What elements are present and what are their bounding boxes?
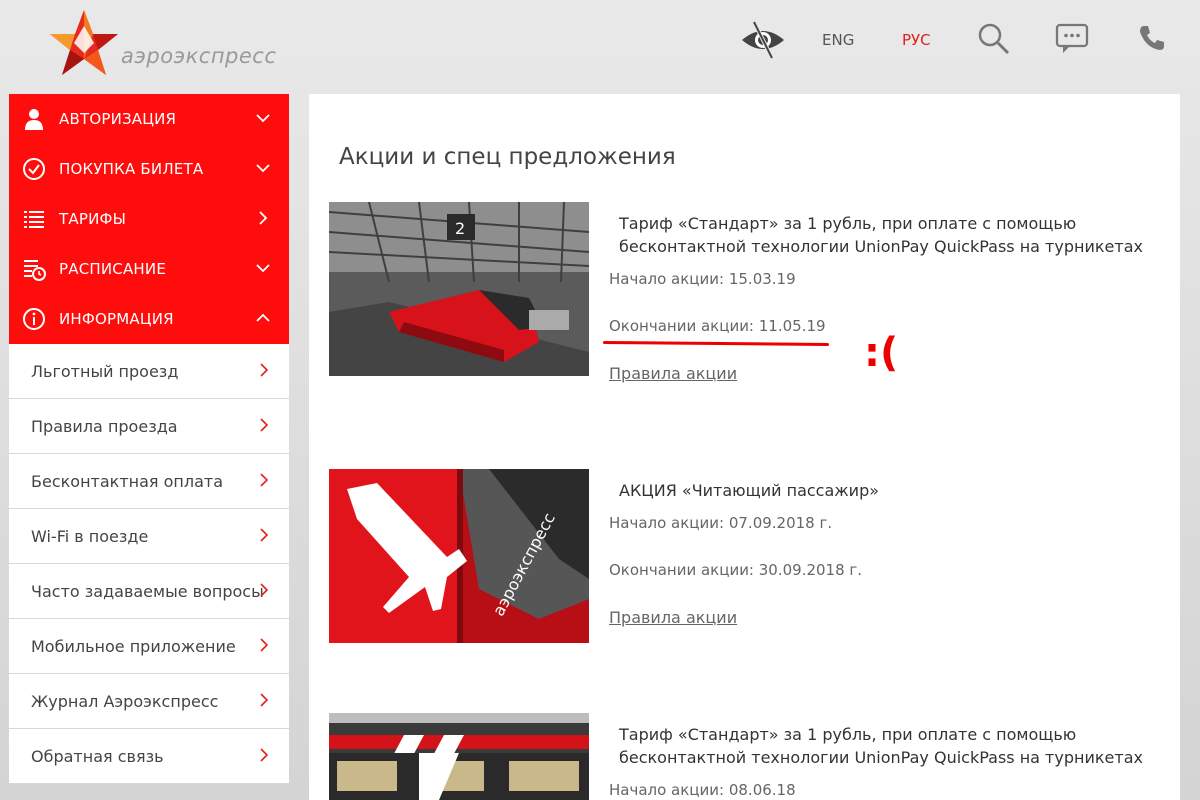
chevron-up-icon bbox=[256, 313, 270, 322]
submenu-item-travel-rules[interactable]: Правила проезда bbox=[9, 399, 289, 454]
promo-title[interactable]: Тариф «Стандарт» за 1 рубль, при оплате … bbox=[619, 723, 1159, 769]
chevron-right-icon bbox=[259, 211, 268, 225]
chevron-right-icon bbox=[260, 583, 269, 597]
chevron-down-icon bbox=[256, 164, 270, 173]
phone-icon[interactable] bbox=[1138, 24, 1166, 52]
sidebar-main-menu: АВТОРИЗАЦИЯ ПОКУПКА БИЛЕТА ТАРИФЫ РАСПИС… bbox=[9, 94, 289, 344]
promo-title[interactable]: АКЦИЯ «Читающий пассажир» bbox=[619, 479, 1159, 502]
submenu-item-contactless[interactable]: Бесконтактная оплата bbox=[9, 454, 289, 509]
submenu-item-label: Обратная связь bbox=[31, 747, 164, 766]
chevron-right-icon bbox=[260, 638, 269, 652]
station-train-image: 2 bbox=[329, 202, 589, 376]
lang-eng-link[interactable]: ENG bbox=[822, 31, 854, 49]
user-icon bbox=[25, 109, 43, 130]
sidebar-submenu: Льготный проезд Правила проезда Бесконта… bbox=[9, 344, 289, 784]
sidebar-item-label: РАСПИСАНИЕ bbox=[59, 260, 166, 278]
promo-card: 2 Тариф «Стандарт» за 1 рубль, при оплат… bbox=[329, 202, 1169, 383]
submenu-item-label: Льготный проезд bbox=[31, 362, 179, 381]
submenu-item-mobile-app[interactable]: Мобильное приложение bbox=[9, 619, 289, 674]
promo-rules-link[interactable]: Правила акции bbox=[609, 608, 737, 627]
train-side-image: аэроэкспресс bbox=[329, 469, 589, 643]
promo-end-date: Окончании акции: 30.09.2018 г. bbox=[609, 561, 863, 579]
submenu-item-label: Wi-Fi в поезде bbox=[31, 527, 149, 546]
promo-rules-link[interactable]: Правила акции bbox=[609, 364, 737, 383]
sidebar-item-information[interactable]: ИНФОРМАЦИЯ bbox=[9, 294, 289, 344]
chevron-right-icon bbox=[260, 693, 269, 707]
logo-text: аэроэкспресс bbox=[121, 44, 277, 68]
promo-image-train-interior[interactable] bbox=[329, 713, 589, 800]
search-icon[interactable] bbox=[977, 22, 1011, 56]
submenu-item-label: Правила проезда bbox=[31, 417, 178, 436]
sidebar-item-schedule[interactable]: РАСПИСАНИЕ bbox=[9, 244, 289, 294]
chevron-right-icon bbox=[260, 473, 269, 487]
promo-title[interactable]: Тариф «Стандарт» за 1 рубль, при оплате … bbox=[619, 212, 1159, 258]
sidebar: АВТОРИЗАЦИЯ ПОКУПКА БИЛЕТА ТАРИФЫ РАСПИС… bbox=[9, 94, 289, 784]
platform-number: 2 bbox=[455, 219, 465, 238]
accessibility-eye-icon[interactable] bbox=[740, 20, 786, 60]
sidebar-item-label: ТАРИФЫ bbox=[59, 210, 127, 228]
submenu-item-label: Часто задаваемые вопросы bbox=[31, 582, 264, 601]
submenu-item-label: Бесконтактная оплата bbox=[31, 472, 224, 491]
chevron-down-icon bbox=[256, 264, 270, 273]
chat-icon[interactable] bbox=[1055, 23, 1089, 55]
sidebar-item-authorization[interactable]: АВТОРИЗАЦИЯ bbox=[9, 94, 289, 144]
chevron-right-icon bbox=[260, 748, 269, 762]
submenu-item-feedback[interactable]: Обратная связь bbox=[9, 729, 289, 784]
promo-start-date: Начало акции: 15.03.19 bbox=[609, 270, 796, 288]
promo-end-date: Окончании акции: 11.05.19 bbox=[609, 317, 826, 335]
info-icon bbox=[23, 308, 45, 330]
sidebar-item-label: ПОКУПКА БИЛЕТА bbox=[59, 160, 204, 178]
submenu-item-label: Мобильное приложение bbox=[31, 637, 236, 656]
check-circle-icon bbox=[23, 158, 45, 180]
chevron-right-icon bbox=[260, 528, 269, 542]
promo-card: Тариф «Стандарт» за 1 рубль, при оплате … bbox=[329, 713, 1169, 800]
submenu-item-magazine[interactable]: Журнал Аэроэкспресс bbox=[9, 674, 289, 729]
promo-image-train-side[interactable]: аэроэкспресс bbox=[329, 469, 589, 643]
schedule-icon bbox=[24, 260, 46, 281]
promo-image-station[interactable]: 2 bbox=[329, 202, 589, 376]
annotation-sad-face: :( bbox=[864, 330, 899, 376]
sidebar-item-tariffs[interactable]: ТАРИФЫ bbox=[9, 194, 289, 244]
list-icon bbox=[24, 211, 44, 228]
sidebar-item-label: ИНФОРМАЦИЯ bbox=[59, 310, 174, 328]
promo-start-date: Начало акции: 08.06.18 bbox=[609, 781, 796, 799]
chevron-down-icon bbox=[256, 114, 270, 123]
submenu-item-benefits[interactable]: Льготный проезд bbox=[9, 344, 289, 399]
lang-rus-link[interactable]: РУС bbox=[902, 31, 931, 49]
submenu-item-faq[interactable]: Часто задаваемые вопросы bbox=[9, 564, 289, 619]
page-title: Акции и спец предложения bbox=[339, 144, 676, 170]
sidebar-item-buy-ticket[interactable]: ПОКУПКА БИЛЕТА bbox=[9, 144, 289, 194]
site-header: аэроэкспресс ENG РУС bbox=[0, 0, 1200, 92]
promo-start-date: Начало акции: 07.09.2018 г. bbox=[609, 514, 833, 532]
chevron-right-icon bbox=[260, 363, 269, 377]
promo-card: аэроэкспресс АКЦИЯ «Читающий пассажир» Н… bbox=[329, 469, 1169, 649]
chevron-right-icon bbox=[260, 418, 269, 432]
submenu-item-label: Журнал Аэроэкспресс bbox=[31, 692, 219, 711]
main-content: Акции и спец предложения 2 Тариф «Станда… bbox=[309, 94, 1180, 800]
submenu-item-wifi[interactable]: Wi-Fi в поезде bbox=[9, 509, 289, 564]
train-interior-image bbox=[329, 713, 589, 800]
sidebar-item-label: АВТОРИЗАЦИЯ bbox=[59, 110, 177, 128]
aeroexpress-logo-icon[interactable] bbox=[48, 8, 120, 78]
